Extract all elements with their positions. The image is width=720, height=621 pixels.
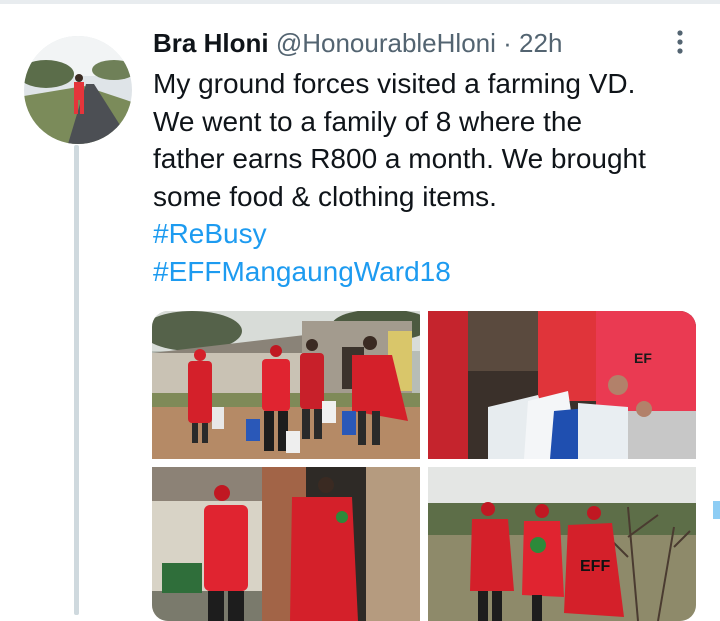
tweet-text-line: father earns R800 a month. We brought [153,143,646,174]
hashtag-effmangaungward18[interactable]: #EFFMangaungWard18 [153,253,698,291]
photo-volunteers-in-field[interactable]: EFF [428,467,696,621]
user-handle[interactable]: @HonourableHloni [276,28,496,58]
top-divider [0,0,720,4]
tweet-text: My ground forces visited a farming VD. W… [153,65,698,290]
more-vertical-icon[interactable] [668,28,692,58]
scroll-edge-indicator [713,501,720,519]
avatar-image [24,36,132,144]
thread-line [74,145,79,615]
photo-volunteers-at-door[interactable] [152,467,420,621]
shirt-print-eff: EFF [580,558,610,575]
avatar[interactable] [24,36,132,144]
photo-food-parcels[interactable]: EF [428,311,696,459]
shirt-print: EF [634,350,652,366]
timestamp[interactable]: 22h [519,28,562,58]
tweet-text-line: We went to a family of 8 where the [153,105,583,137]
separator-dot: · [503,28,512,58]
media-grid: EF EFF [152,311,696,621]
photo-volunteers-walking[interactable] [152,311,420,459]
tweet-text-line: some food & clothing items. [153,180,497,212]
hashtag-rebusy[interactable]: #ReBusy [153,215,698,253]
tweet-text-line: My ground forces visited a farming VD. [153,68,636,99]
display-name[interactable]: Bra Hloni [153,28,269,58]
tweet-header: Bra Hloni @HonourableHloni · 22h [153,27,562,59]
